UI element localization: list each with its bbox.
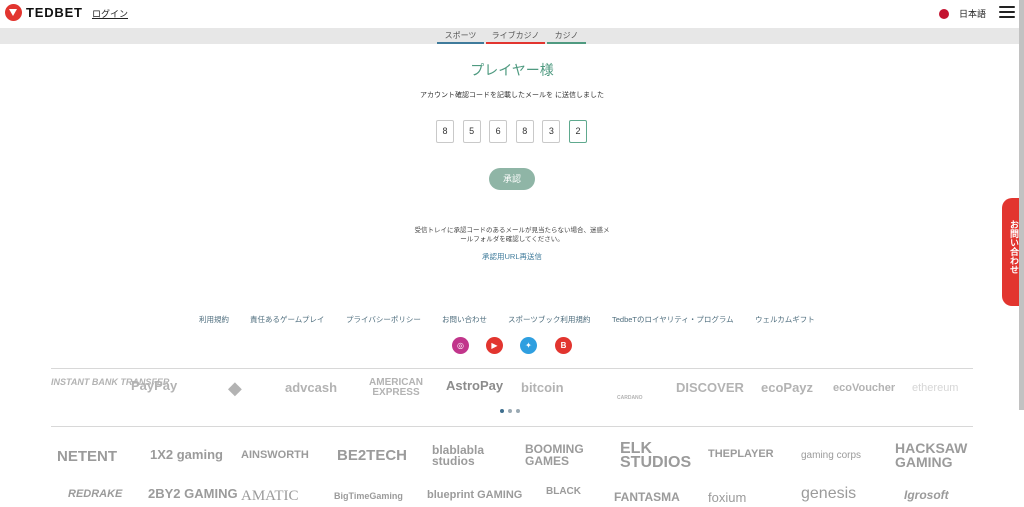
provider-logo-black: BLACK	[546, 486, 581, 497]
payment-logo-ethereum: ethereum	[912, 382, 959, 394]
approve-button[interactable]: 承認	[489, 168, 535, 190]
page: TEDBET ログイン 日本語 スポーツ ライブカジノ カジノ プレイヤー様 ア…	[0, 0, 1024, 507]
payment-logo-astropay: AstroPay	[446, 378, 504, 393]
resend-url-link: 承認用URL再送信	[0, 251, 1024, 262]
provider-logo-blablabla-studios: blablabla studios	[432, 443, 485, 468]
code-digit-3[interactable]: 6	[489, 120, 508, 143]
payment-logo-binance: ◆	[228, 378, 242, 398]
blog-icon[interactable]: B	[555, 337, 572, 354]
payment-logo-paypay: PayPay	[131, 378, 178, 393]
payment-logo-advcash: advcash	[285, 380, 338, 395]
language-selector[interactable]: 日本語	[939, 7, 986, 20]
code-digit-4[interactable]: 8	[515, 120, 534, 143]
japan-flag-icon	[939, 8, 949, 19]
payment-logo-discover: DISCOVER	[676, 380, 744, 395]
scrollbar-thumb[interactable]	[1019, 0, 1024, 410]
footer-link-loyalty[interactable]: TedbeTのロイヤリティ・プログラム	[612, 314, 734, 325]
verification-code-inputs: 8 5 6 8 3 2	[436, 120, 596, 143]
provider-logo-redrake: REDRAKE	[68, 488, 123, 500]
provider-logo-big-time-gaming: BigTimeGaming	[334, 491, 403, 501]
tab-sports-underline	[437, 42, 484, 44]
carousel-dot-3[interactable]	[516, 409, 520, 413]
instagram-icon[interactable]: ◎	[452, 337, 469, 354]
code-digit-1[interactable]: 8	[436, 120, 454, 143]
resend-url-link-text[interactable]: 承認用URL再送信	[482, 252, 542, 261]
carousel-dot-1[interactable]	[500, 409, 504, 413]
provider-logo-foxium: foxium	[708, 490, 747, 505]
payment-logo-bitcoin: bitcoin	[521, 380, 564, 395]
footer-link-welcome-gift[interactable]: ウェルカムギフト	[755, 314, 815, 325]
tab-sports[interactable]: スポーツ	[437, 30, 484, 44]
footer-link-contact[interactable]: お問い合わせ	[442, 314, 487, 325]
provider-logo-netent: NETENT	[57, 448, 117, 465]
tab-live-casino-underline	[486, 42, 545, 44]
tab-casino[interactable]: カジノ	[547, 30, 586, 44]
provider-logo-be2tech: BE2TECH	[337, 447, 408, 464]
footer-link-sportsbook-terms[interactable]: スポーツブック利用規約	[508, 314, 590, 325]
page-title: プレイヤー様	[470, 62, 554, 78]
tab-live-casino[interactable]: ライブカジノ	[486, 30, 545, 44]
brand-name: TEDBET	[26, 5, 83, 20]
tab-casino-underline	[547, 42, 586, 44]
tab-casino-label: カジノ	[554, 31, 579, 40]
payment-logo-american-express: AMERICAN EXPRESS	[369, 377, 423, 398]
carousel-dots	[500, 409, 524, 413]
provider-logo-1x2-gaming: 1X2 gaming	[150, 447, 223, 462]
twitter-icon[interactable]: ✦	[520, 337, 537, 354]
provider-logo-theplayer: THEPLAYER	[708, 448, 774, 460]
footer-link-responsible-gaming[interactable]: 責任あるゲームプレイ	[250, 314, 324, 325]
youtube-icon[interactable]: ▶	[486, 337, 503, 354]
section-nav: スポーツ ライブカジノ カジノ	[0, 28, 1024, 44]
footer-link-privacy[interactable]: プライバシーポリシー	[346, 314, 421, 325]
brand-logo-icon	[5, 4, 22, 21]
provider-logo-igrosoft: Igrosoft	[904, 488, 949, 502]
provider-logo-ainsworth: AINSWORTH	[241, 449, 309, 461]
login-link[interactable]: ログイン	[92, 7, 128, 20]
footer-divider-top	[51, 368, 973, 369]
provider-logo-booming-games: BOOMING GAMES	[525, 442, 584, 468]
provider-logo-blueprint-gaming: blueprint GAMING	[427, 489, 523, 501]
code-digit-2[interactable]: 5	[462, 120, 481, 143]
provider-logo-genesis: genesis	[801, 485, 857, 502]
hamburger-menu-icon[interactable]	[999, 6, 1015, 20]
provider-logo-fantasma: FANTASMA	[614, 490, 680, 504]
payment-logo-ecovoucher: ecoVoucher	[833, 382, 896, 394]
provider-logo-elk-studios: ELK STUDIOS	[620, 440, 692, 471]
provider-logo-2by2-gaming: 2BY2 GAMING	[148, 486, 238, 501]
carousel-dot-2[interactable]	[508, 409, 512, 413]
code-sent-message: アカウント確認コードを記載したメールを に送信しました	[420, 92, 604, 99]
payment-logo-ecopayz: ecoPayz	[761, 380, 814, 395]
brand-logo[interactable]: TEDBET	[5, 4, 83, 21]
tab-live-casino-label: ライブカジノ	[491, 31, 540, 40]
language-label: 日本語	[959, 9, 987, 19]
payment-logo-cardano: CARDANO	[617, 395, 643, 401]
inbox-help-text: 受信トレイに承認コードのあるメールが見当たらない場合、迷惑メールフォルダを確認し…	[414, 227, 610, 243]
provider-logo-gaming-corps: gaming corps	[801, 450, 862, 461]
code-digit-5[interactable]: 3	[542, 120, 561, 143]
provider-logo-amatic: AMATIC	[241, 488, 299, 504]
tab-sports-label: スポーツ	[444, 31, 477, 40]
footer-link-terms[interactable]: 利用規約	[199, 314, 229, 325]
code-digit-6[interactable]: 2	[568, 120, 587, 143]
footer-links: 利用規約 責任あるゲームプレイ プライバシーポリシー お問い合わせ スポーツブッ…	[0, 314, 1024, 326]
top-header: TEDBET ログイン 日本語	[0, 0, 1024, 28]
footer-divider-bottom	[51, 426, 973, 427]
provider-logo-hacksaw-gaming: HACKSAW GAMING	[895, 440, 968, 470]
